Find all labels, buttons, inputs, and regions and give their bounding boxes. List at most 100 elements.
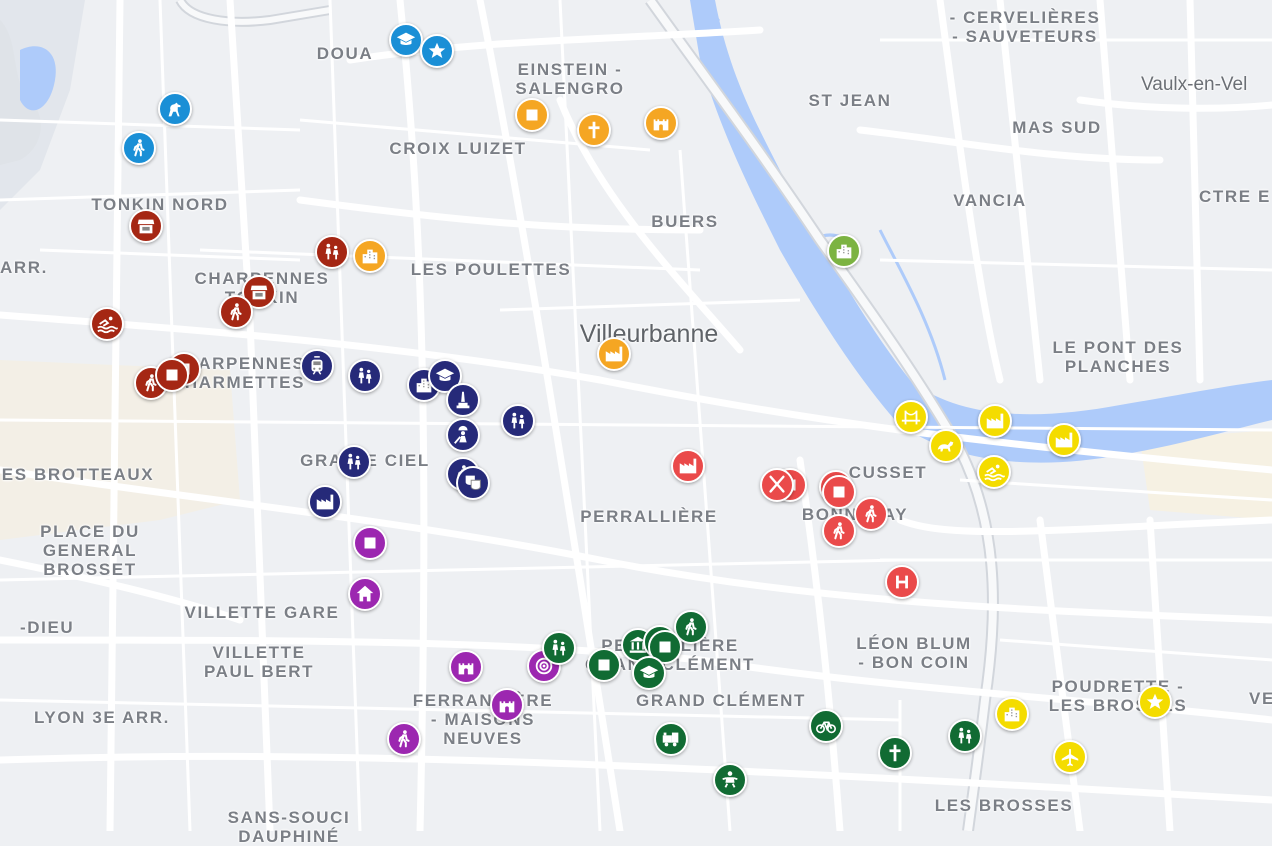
map-marker-bridge[interactable] (894, 400, 928, 434)
map-marker-pedestrian[interactable] (122, 131, 156, 165)
map-marker-family[interactable] (542, 631, 576, 665)
map-marker-pedestrian[interactable] (854, 497, 888, 531)
area-label: VANCIA (953, 191, 1027, 210)
map-marker-square[interactable] (515, 98, 549, 132)
map-marker-star[interactable] (1138, 685, 1172, 719)
city-label-vaulx-en-velin: Vaulx-en-Vel (1141, 74, 1248, 95)
hospital-icon (891, 571, 913, 593)
pedestrian-icon (828, 520, 850, 542)
map-marker-castle[interactable] (644, 106, 678, 140)
family-icon (954, 725, 976, 747)
castle-icon (455, 656, 477, 678)
map-marker-dinosaur[interactable] (929, 429, 963, 463)
airplane-icon (1059, 746, 1081, 768)
map-marker-castle[interactable] (449, 650, 483, 684)
map-marker-star[interactable] (420, 34, 454, 68)
map-marker-family[interactable] (337, 445, 371, 479)
factory-icon (314, 491, 336, 513)
map-marker-cross[interactable] (878, 736, 912, 770)
square-icon (521, 104, 543, 126)
map-marker-monument[interactable] (446, 383, 480, 417)
bridge-icon (900, 406, 922, 428)
map-marker-pedestrian[interactable] (822, 514, 856, 548)
area-label: CROIX LUIZET (389, 139, 527, 158)
area-label: TONKIN NORD (91, 195, 229, 214)
area-label: PERRALLIÈRE (580, 507, 718, 526)
factory-icon (984, 410, 1006, 432)
map-marker-family[interactable] (501, 404, 535, 438)
map-marker-family[interactable] (948, 719, 982, 753)
map-marker-square[interactable] (822, 475, 856, 509)
dinosaur-icon (935, 435, 957, 457)
area-label: ARR. (0, 258, 48, 277)
graduation-cap-icon (395, 29, 417, 51)
office-icon (833, 240, 855, 262)
map-marker-square[interactable] (587, 648, 621, 682)
train-icon (660, 728, 682, 750)
bicycle-icon (815, 715, 837, 737)
map-marker-bicycle[interactable] (809, 709, 843, 743)
family-icon (354, 365, 376, 387)
area-label: GRAND CLÉMENT (635, 691, 807, 710)
map-marker-swimming[interactable] (977, 455, 1011, 489)
map-marker-train[interactable] (654, 722, 688, 756)
tram-icon (306, 355, 328, 377)
area-label: ST JEAN (808, 91, 892, 110)
square-icon (161, 364, 183, 386)
map-marker-theater[interactable] (456, 466, 490, 500)
area-label: VILLETTE GARE (184, 603, 340, 622)
map-marker-restaurant[interactable] (760, 468, 794, 502)
graduation-cap-icon (638, 662, 660, 684)
map-marker-square[interactable] (353, 526, 387, 560)
map-marker-swimming[interactable] (90, 307, 124, 341)
map-marker-horse[interactable] (158, 92, 192, 126)
map-marker-cross[interactable] (577, 113, 611, 147)
area-label: VILLETTE PAUL BERT (203, 643, 315, 681)
family-icon (548, 637, 570, 659)
map-marker-office[interactable] (995, 697, 1029, 731)
area-label: ES BROTTEAUX (1, 465, 155, 484)
area-label: MAS SUD (1012, 118, 1102, 137)
map-marker-office[interactable] (827, 234, 861, 268)
monument-icon (452, 389, 474, 411)
square-icon (654, 636, 676, 658)
map-marker-factory[interactable] (978, 404, 1012, 438)
factory-icon (1053, 429, 1075, 451)
map-marker-graduation-cap[interactable] (389, 23, 423, 57)
map-marker-family[interactable] (315, 235, 349, 269)
map-marker-baby[interactable] (713, 763, 747, 797)
horse-icon (164, 98, 186, 120)
family-icon (321, 241, 343, 263)
pedestrian-icon (393, 728, 415, 750)
map-marker-hospital[interactable] (885, 565, 919, 599)
restaurant-icon (766, 474, 788, 496)
map-marker-home[interactable] (348, 577, 382, 611)
pedestrian-icon (128, 137, 150, 159)
map-marker-factory[interactable] (671, 449, 705, 483)
swimming-icon (96, 313, 118, 335)
area-label: VE (1249, 689, 1272, 708)
map-marker-factory[interactable] (1047, 423, 1081, 457)
map-marker-factory[interactable] (308, 485, 342, 519)
map-marker-tram[interactable] (300, 349, 334, 383)
area-label: LÉON BLUM - BON COIN (856, 634, 972, 672)
map-marker-castle[interactable] (490, 688, 524, 722)
area-label: FERRANDIÈRE - MAISONS NEUVES (412, 691, 554, 748)
square-icon (359, 532, 381, 554)
map-marker-office[interactable] (353, 239, 387, 273)
area-label: DOUA (316, 44, 374, 63)
map-marker-store[interactable] (129, 209, 163, 243)
graduation-cap-icon (434, 365, 456, 387)
area-label: EINSTEIN - SALENGRO (515, 60, 625, 98)
home-icon (354, 583, 376, 605)
map-marker-pedestrian[interactable] (219, 295, 253, 329)
map-marker-factory[interactable] (597, 337, 631, 371)
map-marker-graduation-cap[interactable] (632, 656, 666, 690)
worker-icon (452, 424, 474, 446)
map-marker-airplane[interactable] (1053, 740, 1087, 774)
map-marker-pedestrian[interactable] (387, 722, 421, 756)
map-marker-square[interactable] (155, 358, 189, 392)
map-marker-worker[interactable] (446, 418, 480, 452)
map-marker-family[interactable] (348, 359, 382, 393)
area-label: PLACE DU GENERAL BROSSET (40, 522, 140, 579)
